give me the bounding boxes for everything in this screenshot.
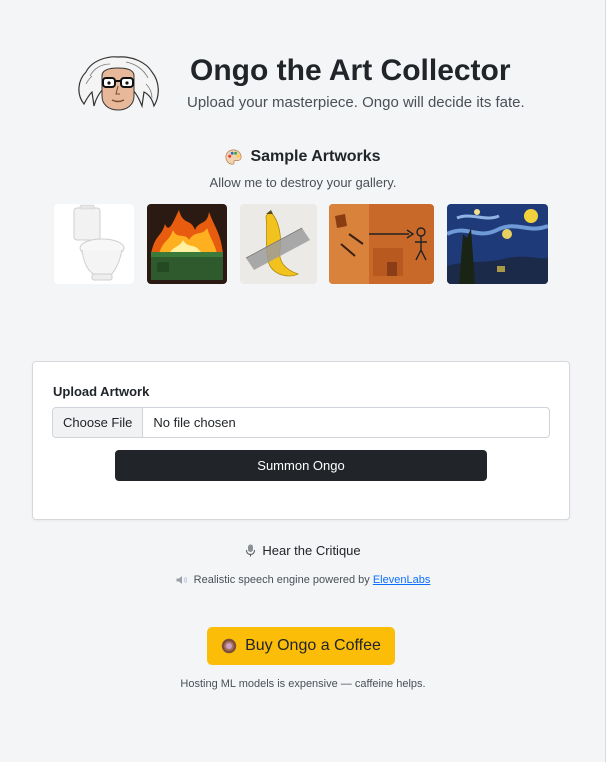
buy-coffee-label: Buy Ongo a Coffee	[245, 637, 381, 654]
stick-figure-painting-image	[329, 204, 434, 284]
elevenlabs-link[interactable]: ElevenLabs	[373, 574, 431, 586]
file-input[interactable]: Choose File No file chosen	[52, 407, 550, 438]
dumpster-fire-image	[147, 204, 227, 284]
choose-file-button[interactable]: Choose File	[53, 408, 144, 437]
sample-gallery	[0, 204, 606, 284]
sample-artwork-toilet[interactable]	[54, 204, 134, 284]
ongo-avatar	[78, 56, 159, 111]
palette-icon	[225, 149, 242, 165]
powered-by: Realistic speech engine powered by Eleve…	[0, 574, 606, 586]
speaker-icon	[176, 576, 187, 584]
page-title: Ongo the Art Collector	[190, 54, 511, 87]
sample-artwork-starry-night[interactable]	[447, 204, 548, 284]
sample-artwork-dumpster-fire[interactable]	[147, 204, 227, 284]
samples-subtitle: Allow me to destroy your gallery.	[209, 175, 397, 190]
upload-card: Upload Artwork Choose File No file chose…	[32, 361, 570, 520]
header: Ongo the Art Collector Upload your maste…	[0, 48, 606, 118]
sample-artwork-taped-banana[interactable]	[240, 204, 317, 284]
hear-critique-label: Hear the Critique	[262, 543, 361, 558]
page-subtitle: Upload your masterpiece. Ongo will decid…	[187, 94, 525, 111]
taped-banana-image	[240, 204, 317, 284]
powered-text: Realistic speech engine powered by	[193, 574, 370, 586]
coffee-note: Hosting ML models is expensive — caffein…	[180, 678, 426, 690]
buy-coffee-button[interactable]: Buy Ongo a Coffee	[207, 627, 395, 665]
file-status: No file chosen	[153, 415, 236, 430]
microphone-icon	[246, 544, 256, 557]
upload-label: Upload Artwork	[53, 384, 150, 399]
summon-ongo-button[interactable]: Summon Ongo	[115, 450, 487, 481]
starry-night-image	[447, 204, 548, 284]
samples-title: Sample Artworks	[250, 148, 381, 165]
coffee-icon	[221, 638, 237, 654]
hear-critique: Hear the Critique	[0, 543, 606, 558]
samples-heading: Sample Artworks	[0, 148, 606, 171]
toilet-image	[54, 204, 134, 284]
sample-artwork-stick-figure-painting[interactable]	[329, 204, 434, 284]
